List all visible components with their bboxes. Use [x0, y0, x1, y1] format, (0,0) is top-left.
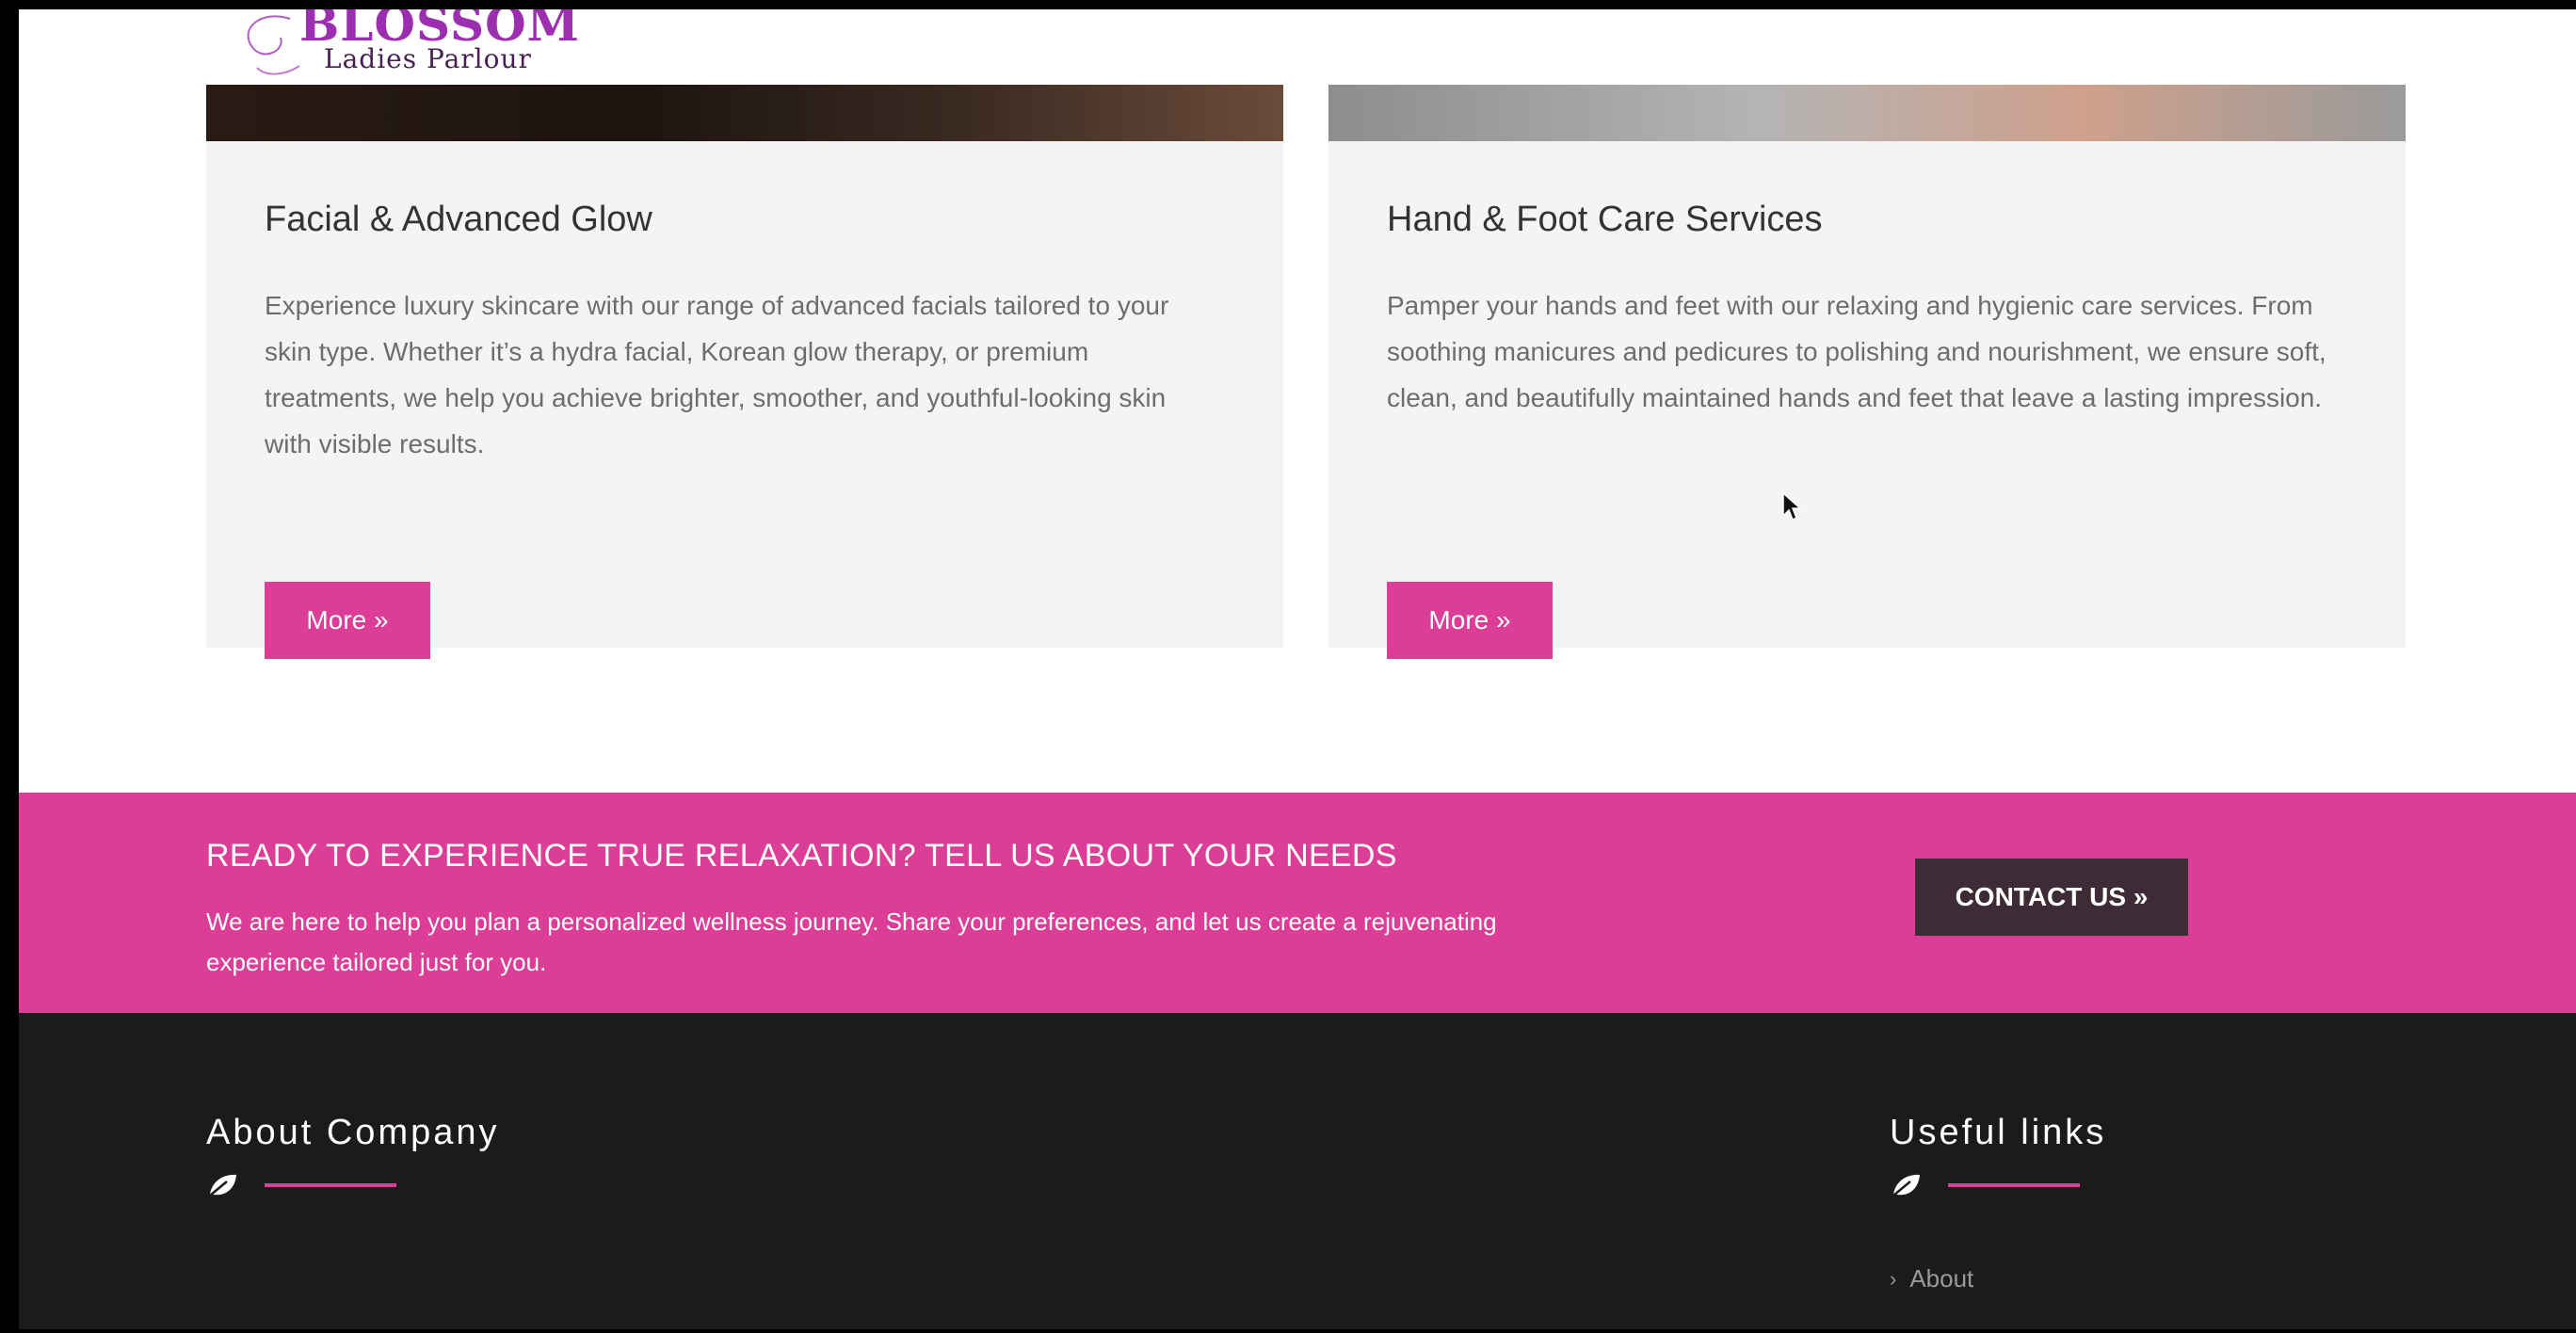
service-card-hand-foot: Hand & Foot Care Services Pamper your ha… — [1328, 85, 2406, 659]
logo-tagline: Ladies Parlour — [324, 43, 532, 74]
cta-title: READY TO EXPERIENCE TRUE RELAXATION? TEL… — [206, 838, 1397, 874]
footer-link-about[interactable]: › About — [1890, 1264, 2106, 1293]
footer-link-label: About — [1909, 1264, 1974, 1293]
mouse-cursor-icon — [1782, 491, 1802, 522]
more-button[interactable]: More » — [265, 582, 430, 659]
card-title: Facial & Advanced Glow — [265, 200, 652, 239]
contact-us-button[interactable]: CONTACT US » — [1915, 859, 2188, 936]
site-footer: About Company Useful links › About — [19, 1013, 2576, 1329]
footer-about-section: About Company — [206, 1113, 500, 1198]
cta-text: We are here to help you plan a personali… — [206, 907, 1497, 976]
cta-banner: READY TO EXPERIENCE TRUE RELAXATION? TEL… — [19, 793, 2576, 1013]
more-button[interactable]: More » — [1387, 582, 1553, 659]
card-title: Hand & Foot Care Services — [1387, 200, 1823, 239]
accent-line — [265, 1183, 396, 1187]
site-logo[interactable]: BLOSSOM Ladies Parlour — [233, 9, 579, 85]
footer-links-section: Useful links › About — [1890, 1113, 2106, 1293]
heading-divider — [1890, 1172, 2106, 1198]
heading-divider — [206, 1172, 500, 1198]
card-image — [206, 85, 1283, 141]
footer-heading-links: Useful links — [1890, 1113, 2107, 1152]
service-card-facial: Facial & Advanced Glow Experience luxury… — [206, 85, 1283, 659]
leaf-icon — [1892, 1174, 1920, 1196]
card-image — [1328, 85, 2406, 141]
leaf-icon — [209, 1174, 236, 1196]
chevron-right-icon: › — [1890, 1266, 1897, 1291]
accent-line — [1948, 1183, 2080, 1187]
page-viewport: BLOSSOM Ladies Parlour Facial & Advanced… — [19, 9, 2576, 1329]
card-description: Experience luxury skincare with our rang… — [265, 291, 1169, 458]
footer-heading-about: About Company — [206, 1113, 500, 1152]
card-description: Pamper your hands and feet with our rela… — [1387, 291, 2326, 412]
